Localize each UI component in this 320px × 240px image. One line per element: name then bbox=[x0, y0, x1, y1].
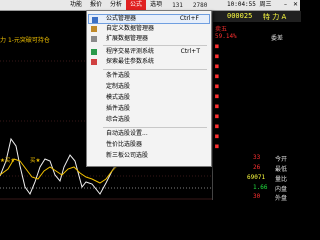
quote-label-low: 最低 bbox=[275, 166, 288, 173]
eval-icon bbox=[91, 49, 97, 55]
menu-item-label: 模式选股 bbox=[106, 94, 131, 101]
buy-signal-star: ★买★ bbox=[0, 158, 16, 164]
indicator-prefix: 力 bbox=[0, 37, 7, 44]
menu-item-condition-select[interactable]: 条件选股 bbox=[88, 71, 210, 81]
minimize-icon[interactable]: – bbox=[281, 1, 290, 9]
menu-options[interactable]: 选项 bbox=[146, 0, 166, 10]
menu-item-value-selector[interactable]: 性价比选股器 bbox=[88, 140, 210, 150]
quote-label-outer: 外盘 bbox=[275, 195, 288, 202]
indicator-name: 1-元突破可持仓 bbox=[7, 37, 50, 44]
menu-item-formula-manager[interactable]: 公式管理器 Ctrl+F bbox=[88, 14, 210, 24]
buy-row: ■ bbox=[215, 123, 219, 130]
buy-signal-label: 买★ bbox=[30, 158, 41, 164]
stat-count-2: 2780 bbox=[192, 1, 208, 9]
indicator-label: 力 1-元突破可持仓 bbox=[0, 35, 50, 44]
buy-row: ■ bbox=[215, 103, 219, 110]
quote-value-volratio: 69071 bbox=[247, 174, 266, 181]
sell-row: ■ bbox=[215, 73, 219, 80]
menu-item-ext-data-manager[interactable]: 扩展数据管理器 bbox=[88, 34, 210, 44]
menu-item-auto-select-settings[interactable]: 自动选股设置... bbox=[88, 129, 210, 139]
quote-row-value: 委差 bbox=[271, 35, 284, 42]
menu-item-label: 程序交易评测系统 bbox=[106, 48, 155, 55]
sell-row: ■ bbox=[215, 63, 219, 70]
quote-panel: 000025 特 力 A 卖五 59.14% 委差 ■ ■ ■ ■ ■ ■ ■ … bbox=[212, 11, 301, 202]
buy-row: ■ bbox=[215, 113, 219, 120]
stat-count-1: 131 bbox=[172, 1, 183, 9]
menu-separator bbox=[103, 45, 207, 46]
formula-icon bbox=[92, 17, 98, 23]
buy-row: ■ bbox=[215, 93, 219, 100]
quote-value-outer: 30 bbox=[253, 193, 261, 200]
menu-item-custom-data-manager[interactable]: 自定义数据管理器 bbox=[88, 24, 210, 34]
menu-separator bbox=[103, 127, 207, 128]
menu-item-shortcut: Ctrl+F bbox=[179, 15, 199, 22]
menu-item-label: 探索最佳参数系统 bbox=[106, 58, 155, 65]
clock: 10:04:55 周三 bbox=[227, 1, 272, 8]
ext-data-icon bbox=[91, 36, 97, 42]
menu-item-label: 性价比选股器 bbox=[106, 141, 143, 148]
menu-item-label: 新三板公司选股 bbox=[106, 152, 149, 159]
menu-item-shortcut: Ctrl+T bbox=[180, 48, 200, 55]
menu-item-label: 条件选股 bbox=[106, 72, 131, 79]
quote-label-open: 今开 bbox=[275, 156, 288, 163]
menu-item-label: 自定义数据管理器 bbox=[106, 25, 155, 32]
menu-item-combo-select[interactable]: 综合选股 bbox=[88, 115, 210, 125]
quote-row-label: 59.14% bbox=[215, 33, 237, 40]
quote-label-inner: 内盘 bbox=[275, 186, 288, 193]
menu-item-label: 公式管理器 bbox=[106, 15, 137, 22]
quote-row-label: 卖五 bbox=[215, 26, 228, 33]
menu-item-custom-select[interactable]: 定制选股 bbox=[88, 82, 210, 92]
menu-analysis[interactable]: 分析 bbox=[106, 0, 126, 10]
close-icon[interactable]: ✕ bbox=[291, 1, 300, 9]
buy-row: ■ bbox=[215, 133, 219, 140]
formula-dropdown-menu: 公式管理器 Ctrl+F 自定义数据管理器 扩展数据管理器 程序交易评测系统 C… bbox=[86, 10, 212, 167]
data-icon bbox=[91, 26, 97, 32]
menu-separator bbox=[103, 69, 207, 70]
buy-row: ■ bbox=[215, 83, 219, 90]
buy-row: ■ bbox=[215, 143, 219, 150]
menu-item-label: 综合选股 bbox=[106, 116, 131, 123]
menu-quote[interactable]: 报价 bbox=[86, 0, 106, 10]
menu-item-label: 插件选股 bbox=[106, 105, 131, 112]
menu-item-label: 自动选股设置... bbox=[106, 130, 148, 137]
menu-function[interactable]: 功能 bbox=[66, 0, 86, 10]
quote-value-inner: 1.66 bbox=[253, 184, 268, 191]
menu-item-plugin-select[interactable]: 插件选股 bbox=[88, 104, 210, 114]
sell-row: ■ bbox=[215, 53, 219, 60]
stock-name: 特 力 A bbox=[263, 13, 287, 21]
stock-code: 000025 bbox=[227, 12, 253, 20]
quote-value-low: 26 bbox=[253, 164, 261, 171]
menu-item-pattern-select[interactable]: 模式选股 bbox=[88, 93, 210, 103]
menu-item-neeq-select[interactable]: 新三板公司选股 bbox=[88, 151, 210, 161]
menu-item-label: 扩展数据管理器 bbox=[106, 35, 149, 42]
menu-item-param-explore[interactable]: 探索最佳参数系统 bbox=[88, 57, 210, 67]
menu-item-label: 定制选股 bbox=[106, 83, 131, 90]
sell-row: ■ bbox=[215, 43, 219, 50]
menu-item-trade-eval[interactable]: 程序交易评测系统 Ctrl+T bbox=[88, 47, 210, 57]
menu-formula[interactable]: 公式 bbox=[126, 0, 147, 10]
explore-icon bbox=[91, 59, 97, 65]
quote-value-open: 33 bbox=[253, 154, 261, 161]
stock-header[interactable]: 000025 特 力 A bbox=[213, 11, 301, 22]
quote-label-volratio: 量比 bbox=[275, 176, 288, 183]
